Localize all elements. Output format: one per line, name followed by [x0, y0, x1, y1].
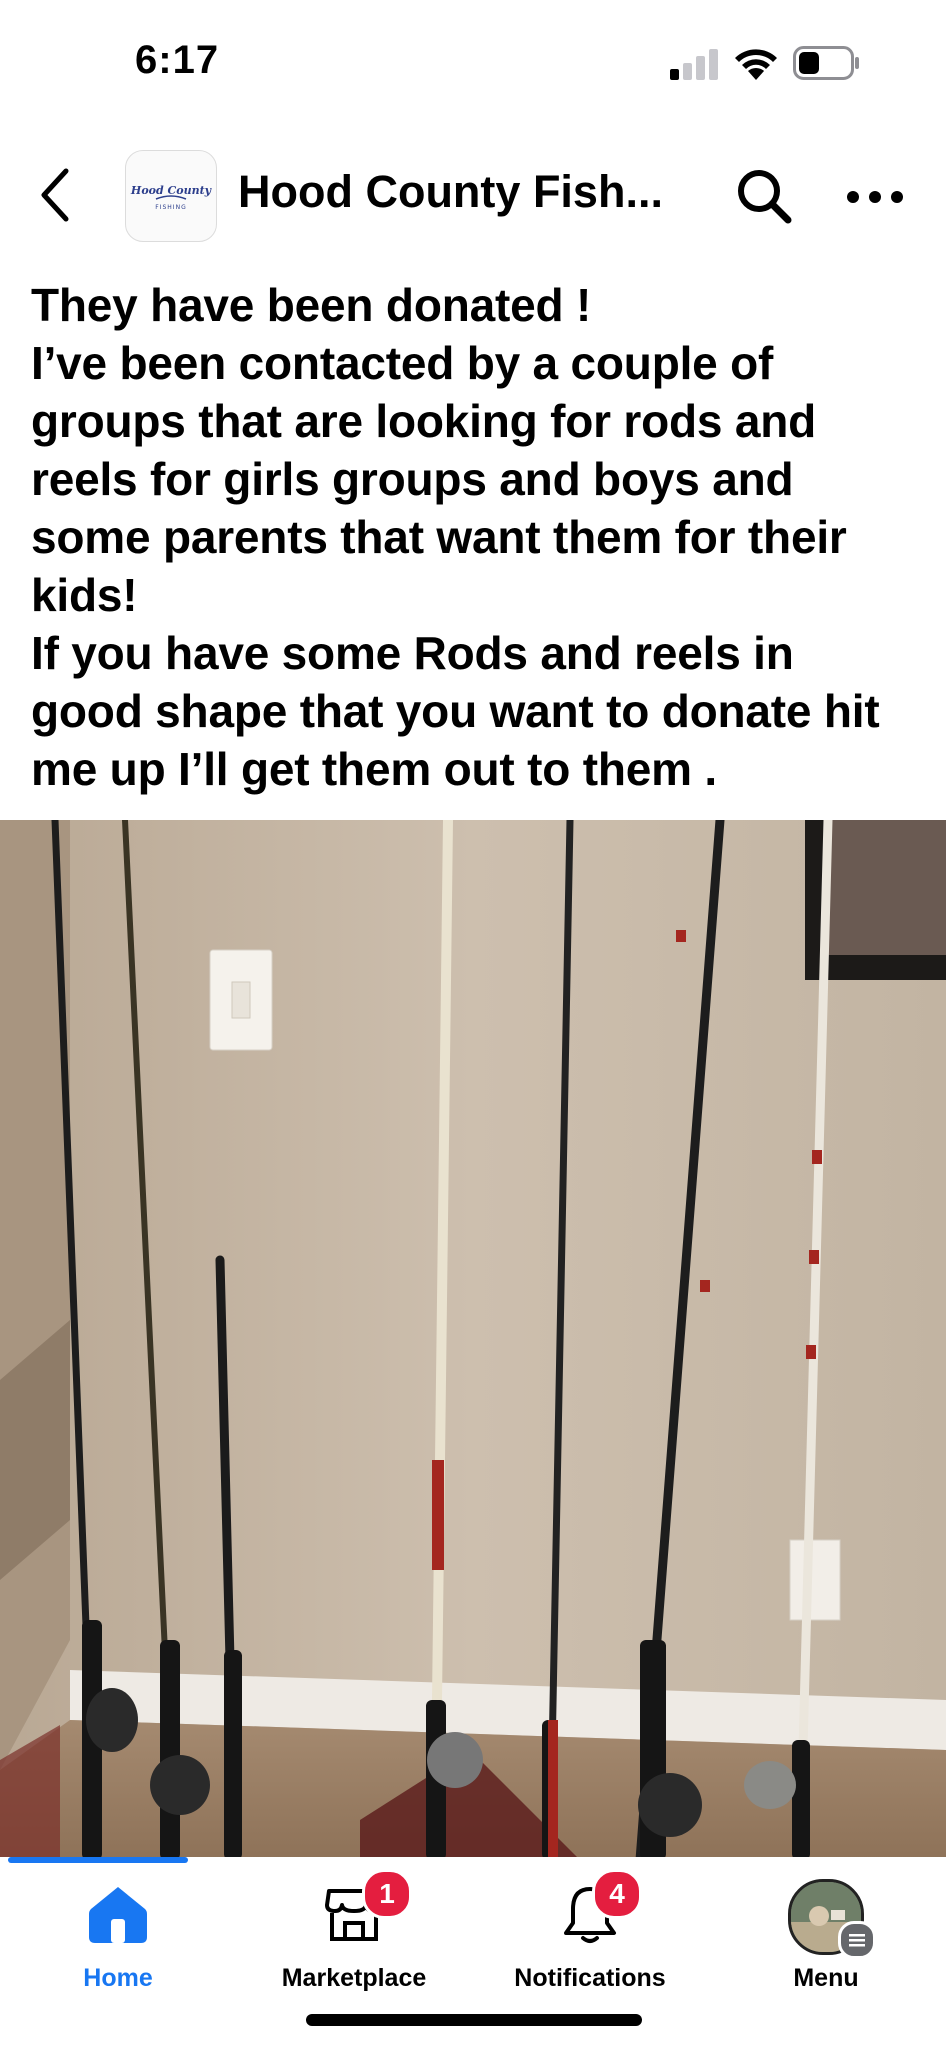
tab-notifications[interactable]: 4 Notifications: [472, 1863, 708, 2013]
home-indicator: [306, 2014, 642, 2026]
notifications-badge: 4: [592, 1869, 642, 1919]
tab-menu-label: Menu: [793, 1964, 859, 1992]
tab-marketplace-label: Marketplace: [281, 1964, 427, 1992]
group-logo-image: Hood County FISHING: [130, 184, 213, 211]
group-title[interactable]: Hood County Fish...: [238, 166, 663, 218]
tab-home-label: Home: [83, 1964, 153, 1992]
home-icon: [89, 1887, 147, 1943]
back-chevron-icon[interactable]: [38, 167, 72, 223]
group-logo[interactable]: Hood County FISHING: [125, 150, 217, 242]
more-options-icon[interactable]: [845, 182, 905, 212]
marketplace-badge: 1: [362, 1869, 412, 1919]
post-text: They have been donated ! I’ve been conta…: [31, 279, 880, 795]
wifi-icon: [735, 49, 777, 80]
menu-hamburger-icon: [838, 1921, 876, 1959]
fishing-rods-photo: [0, 820, 946, 1860]
logo-text-line2: FISHING: [155, 204, 186, 211]
battery-icon: [793, 46, 859, 80]
search-icon[interactable]: [735, 167, 793, 225]
group-header: Hood County FISHING Hood County Fish...: [0, 140, 946, 250]
status-bar: 6:17: [0, 0, 946, 120]
logo-text-line1: Hood County: [130, 184, 213, 197]
tab-notifications-label: Notifications: [514, 1964, 666, 1992]
tab-marketplace[interactable]: 1 Marketplace: [236, 1863, 472, 2013]
status-time: 6:17: [135, 38, 220, 82]
post-photo[interactable]: [0, 820, 946, 1860]
cellular-signal-icon: [670, 48, 722, 80]
tab-menu[interactable]: Menu: [708, 1863, 944, 2013]
tab-home[interactable]: Home: [0, 1863, 236, 2013]
